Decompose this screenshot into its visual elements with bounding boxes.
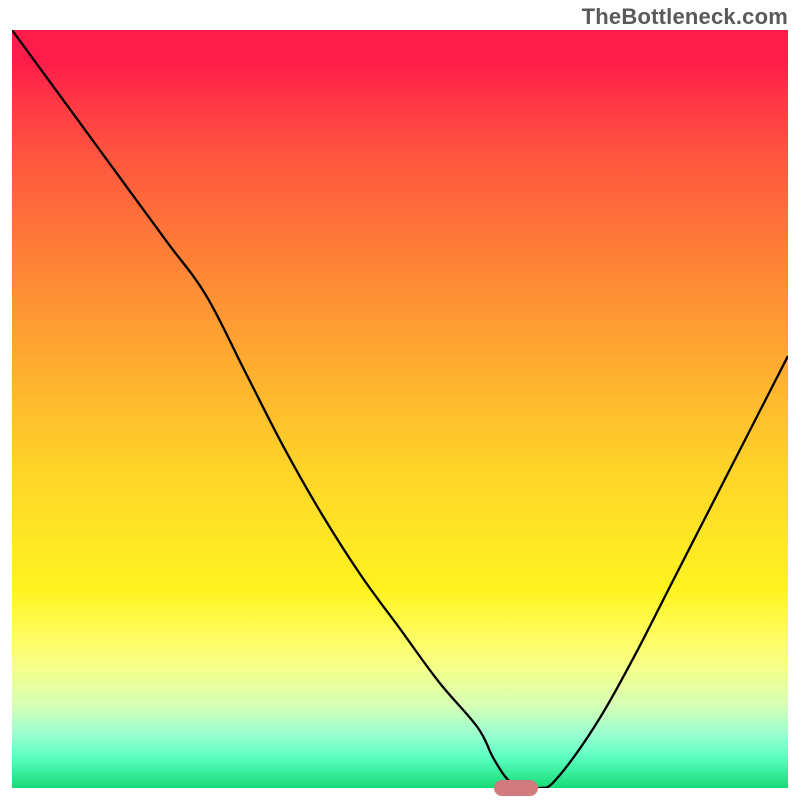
bottleneck-chart: TheBottleneck.com xyxy=(0,0,800,800)
watermark-text: TheBottleneck.com xyxy=(582,4,788,30)
optimum-marker xyxy=(494,780,538,796)
chart-line-layer xyxy=(12,30,788,788)
bottleneck-curve-path xyxy=(12,30,788,788)
